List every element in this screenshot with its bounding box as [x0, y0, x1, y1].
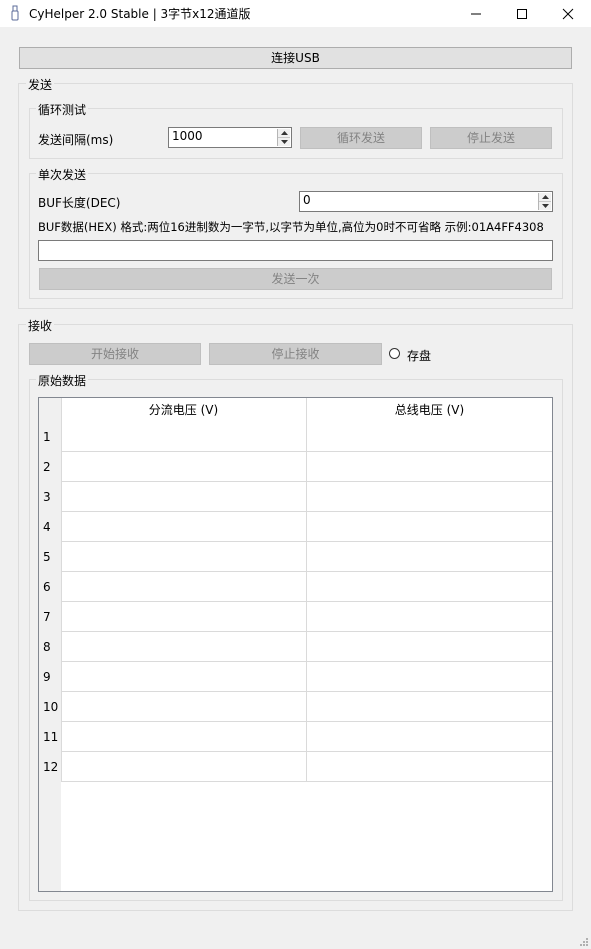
interval-decrement[interactable] [278, 138, 290, 147]
send-group-label: 发送 [26, 76, 55, 93]
row-divider [61, 691, 552, 692]
save-label[interactable]: 存盘 [407, 347, 431, 364]
connect-usb-button[interactable]: 连接USB [19, 47, 572, 69]
save-radio[interactable] [389, 348, 400, 359]
stop-receive-label: 停止接收 [271, 347, 320, 361]
row-header[interactable]: 8 [39, 640, 61, 654]
buf-length-spin-arrows[interactable] [538, 193, 551, 210]
start-receive-button[interactable]: 开始接收 [29, 343, 201, 365]
loop-send-label: 循环发送 [336, 131, 385, 145]
app-icon [11, 5, 19, 21]
column-header-bus-voltage[interactable]: 总线电压 (V) [307, 398, 552, 422]
resize-grip-icon[interactable] [579, 937, 589, 947]
row-header[interactable]: 6 [39, 580, 61, 594]
row-divider [61, 601, 552, 602]
raw-data-table[interactable]: 分流电压 (V) 总线电压 (V) 1 2 3 4 5 6 7 8 9 10 1… [38, 397, 553, 892]
row-divider [61, 751, 552, 752]
receive-group-label: 接收 [26, 317, 55, 334]
stop-receive-button[interactable]: 停止接收 [209, 343, 382, 365]
single-send-group-label: 单次发送 [36, 166, 89, 183]
chevron-up-icon [542, 195, 549, 199]
buf-data-label: BUF数据(HEX) 格式:两位16进制数为一字节,以字节为单位,高位为0时不可… [38, 220, 544, 234]
row-header[interactable]: 1 [39, 430, 61, 444]
buf-length-value: 0 [303, 193, 311, 207]
window-title: CyHelper 2.0 Stable | 3字节x12通道版 [29, 7, 251, 21]
interval-label: 发送间隔(ms) [38, 133, 114, 147]
column-header-shunt-voltage[interactable]: 分流电压 (V) [61, 398, 306, 422]
buf-data-input[interactable] [38, 240, 553, 261]
chevron-up-icon [281, 131, 288, 135]
start-receive-label: 开始接收 [90, 347, 139, 361]
interval-increment[interactable] [278, 129, 290, 138]
row-header[interactable]: 3 [39, 490, 61, 504]
loop-send-button[interactable]: 循环发送 [300, 127, 422, 149]
row-divider [61, 631, 552, 632]
buf-length-increment[interactable] [539, 193, 551, 202]
row-divider [61, 721, 552, 722]
maximize-button[interactable] [499, 0, 545, 27]
row-divider [61, 511, 552, 512]
row-divider [61, 661, 552, 662]
column-divider [306, 398, 307, 781]
loop-test-group-label: 循环测试 [36, 101, 89, 118]
row-header[interactable]: 10 [39, 700, 61, 714]
row-divider [61, 451, 552, 452]
send-once-button[interactable]: 发送一次 [39, 268, 552, 290]
minimize-icon [471, 13, 481, 15]
stop-send-button[interactable]: 停止发送 [430, 127, 552, 149]
stop-send-label: 停止发送 [466, 131, 515, 145]
chevron-down-icon [542, 203, 549, 208]
row-divider [61, 541, 552, 542]
maximize-icon [517, 9, 527, 19]
row-header[interactable]: 11 [39, 730, 61, 744]
send-once-label: 发送一次 [271, 272, 320, 286]
row-header[interactable]: 2 [39, 460, 61, 474]
row-divider [61, 481, 552, 482]
raw-data-group-label: 原始数据 [36, 372, 89, 389]
interval-spin-arrows[interactable] [277, 129, 290, 146]
connect-usb-label: 连接USB [271, 51, 320, 65]
app-window: CyHelper 2.0 Stable | 3字节x12通道版 连接USB 发送… [0, 0, 591, 949]
row-divider [61, 571, 552, 572]
close-icon [562, 8, 574, 20]
buf-length-label: BUF长度(DEC) [38, 196, 121, 210]
row-divider [61, 781, 552, 782]
interval-spinbox[interactable]: 1000 [168, 127, 292, 148]
row-header[interactable]: 4 [39, 520, 61, 534]
chevron-down-icon [281, 139, 288, 144]
minimize-button[interactable] [453, 0, 499, 27]
row-header[interactable]: 12 [39, 760, 61, 774]
buf-length-spinbox[interactable]: 0 [299, 191, 553, 212]
row-header[interactable]: 9 [39, 670, 61, 684]
row-header[interactable]: 7 [39, 610, 61, 624]
column-divider [61, 398, 62, 781]
title-bar[interactable]: CyHelper 2.0 Stable | 3字节x12通道版 [0, 0, 591, 27]
close-button[interactable] [545, 0, 591, 27]
buf-length-decrement[interactable] [539, 202, 551, 211]
row-header[interactable]: 5 [39, 550, 61, 564]
interval-value: 1000 [172, 129, 203, 143]
